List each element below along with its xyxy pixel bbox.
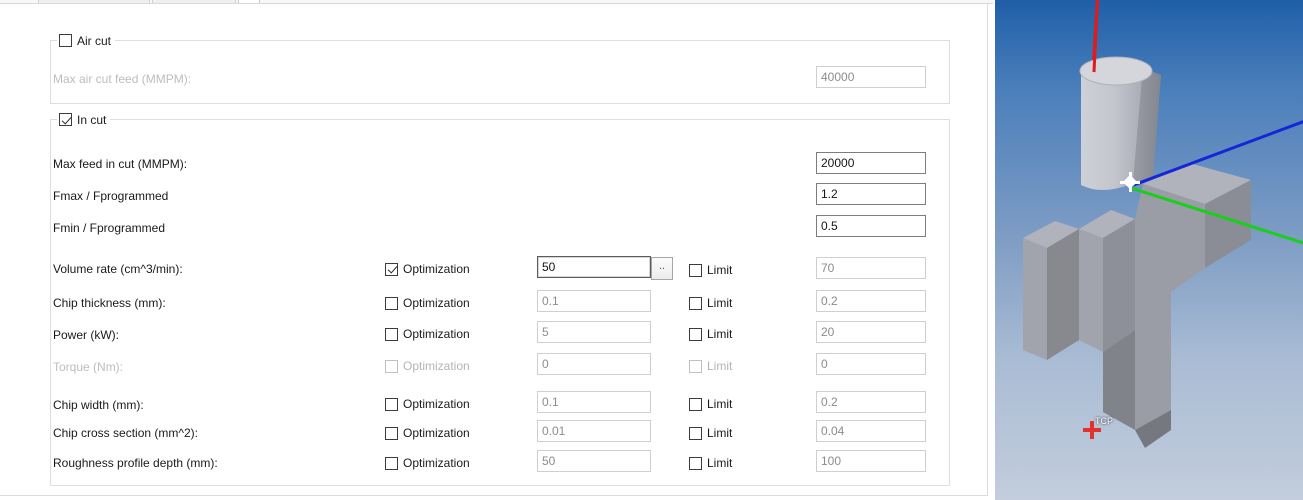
in-cut-checkbox[interactable] — [59, 113, 72, 126]
roughness-profile-depth-optimization-input[interactable] — [537, 450, 651, 472]
in-cut-group: In cut Max feed in cut (MMPM): Fmax / Fp… — [50, 111, 950, 486]
chip-thickness-optimization-checkbox[interactable] — [385, 296, 398, 310]
volume-rate-optimization-label: Optimization — [403, 262, 470, 276]
roughness-profile-depth-limit-input[interactable] — [816, 450, 926, 472]
power-optimization-checkbox[interactable] — [385, 327, 398, 341]
roughness-profile-depth-optimization-checkbox[interactable] — [385, 456, 398, 470]
chip-width-optimization-label: Optimization — [403, 397, 470, 411]
roughness-profile-depth-limit-label: Limit — [707, 456, 733, 470]
tab-extra[interactable] — [238, 0, 261, 3]
torque-optimization-row: Optimization — [385, 359, 470, 373]
tab-feed-parameters[interactable]: Feed parameters — [38, 0, 150, 3]
air-cut-group: Air cut Max air cut feed (MMPM): — [50, 32, 950, 104]
air-cut-checkbox-row[interactable]: Air cut — [59, 34, 111, 48]
feed-optimization-dialog: Feed parameters Formulation Air cut Max … — [0, 0, 993, 500]
chip-thickness-optimization-input[interactable] — [537, 290, 651, 312]
air-cut-legend: Air cut — [57, 32, 116, 49]
fmin-fprogrammed-label: Fmin / Fprogrammed — [53, 221, 166, 235]
chip-thickness-optimization-row[interactable]: Optimization — [385, 296, 470, 310]
torque-label: Torque (Nm): — [53, 360, 124, 374]
roughness-profile-depth-optimization-row[interactable]: Optimization — [385, 456, 470, 470]
chip-cross-section-optimization-input[interactable] — [537, 420, 651, 442]
power-limit-input[interactable] — [816, 321, 926, 343]
chip-thickness-limit-row[interactable]: Limit — [689, 296, 732, 310]
power-limit-checkbox[interactable] — [689, 327, 702, 341]
power-optimization-label: Optimization — [403, 327, 470, 341]
workpiece-col2-left — [1079, 229, 1103, 352]
volume-rate-optimization-checkbox[interactable] — [385, 262, 398, 276]
max-air-cut-feed-label: Max air cut feed (MMPM): — [53, 72, 192, 86]
torque-limit-input — [816, 353, 926, 375]
tab-formulation[interactable]: Formulation — [151, 0, 237, 3]
chip-width-label: Chip width (mm): — [53, 398, 144, 412]
volume-rate-limit-row[interactable]: Limit — [689, 263, 732, 277]
roughness-profile-depth-optimization-label: Optimization — [403, 456, 470, 470]
chip-thickness-limit-label: Limit — [707, 296, 733, 310]
torque-limit-checkbox — [689, 359, 702, 373]
torque-optimization-label: Optimization — [403, 359, 470, 373]
tool-cylinder-top-face — [1079, 56, 1153, 86]
tcp-label: TCP — [1095, 416, 1113, 426]
origin-gizmo-icon — [1120, 172, 1140, 192]
volume-rate-optimization-input[interactable] — [537, 256, 651, 278]
in-cut-label: In cut — [77, 112, 107, 127]
power-label: Power (kW): — [53, 328, 119, 342]
torque-optimization-checkbox — [385, 359, 398, 373]
chip-cross-section-limit-label: Limit — [707, 426, 733, 440]
power-limit-row[interactable]: Limit — [689, 327, 732, 341]
chip-width-optimization-checkbox[interactable] — [385, 397, 398, 411]
workpiece-center-plate — [1135, 184, 1205, 430]
3d-simulation-viewport[interactable]: TCP — [993, 0, 1303, 500]
origin-center-dot — [1122, 174, 1138, 190]
torque-optimization-input — [537, 353, 651, 375]
application-root: Feed parameters Formulation Air cut Max … — [0, 0, 1303, 500]
power-limit-label: Limit — [707, 327, 733, 341]
torque-limit-row: Limit — [689, 359, 732, 373]
air-cut-label: Air cut — [77, 33, 112, 48]
in-cut-checkbox-row[interactable]: In cut — [59, 113, 106, 127]
chip-width-limit-checkbox[interactable] — [689, 397, 702, 411]
max-air-cut-feed-input[interactable] — [816, 66, 926, 88]
volume-rate-limit-checkbox[interactable] — [689, 263, 702, 277]
chip-cross-section-optimization-checkbox[interactable] — [385, 426, 398, 440]
fmax-fprogrammed-input[interactable] — [816, 183, 926, 205]
chip-cross-section-label: Chip cross section (mm^2): — [53, 426, 198, 440]
workpiece-col2-front — [1103, 219, 1135, 352]
in-cut-legend: In cut — [57, 111, 111, 128]
chip-width-limit-input[interactable] — [816, 391, 926, 413]
fmax-fprogrammed-label: Fmax / Fprogrammed — [53, 189, 169, 203]
max-feed-in-cut-label: Max feed in cut (MMPM): — [53, 157, 188, 171]
chip-cross-section-limit-row[interactable]: Limit — [689, 426, 732, 440]
volume-rate-label: Volume rate (cm^3/min): — [53, 262, 183, 276]
volume-rate-optimization-row[interactable]: Optimization — [385, 262, 470, 276]
power-optimization-input[interactable] — [537, 321, 651, 343]
chip-thickness-label: Chip thickness (mm): — [53, 296, 166, 310]
chip-thickness-limit-checkbox[interactable] — [689, 296, 702, 310]
volume-rate-limit-label: Limit — [707, 263, 733, 277]
torque-limit-label: Limit — [707, 359, 733, 373]
fmin-fprogrammed-input[interactable] — [816, 215, 926, 237]
chip-width-limit-label: Limit — [707, 397, 733, 411]
roughness-profile-depth-label: Roughness profile depth (mm): — [53, 456, 218, 470]
chip-thickness-limit-input[interactable] — [816, 290, 926, 312]
roughness-profile-depth-limit-checkbox[interactable] — [689, 456, 702, 470]
power-optimization-row[interactable]: Optimization — [385, 327, 470, 341]
dialog-body: Air cut Max air cut feed (MMPM): In cut … — [0, 4, 988, 496]
chip-cross-section-optimization-row[interactable]: Optimization — [385, 426, 470, 440]
workpiece-col1-front — [1047, 229, 1079, 360]
roughness-profile-depth-limit-row[interactable]: Limit — [689, 456, 732, 470]
chip-thickness-optimization-label: Optimization — [403, 296, 470, 310]
air-cut-checkbox[interactable] — [59, 34, 72, 47]
chip-cross-section-optimization-label: Optimization — [403, 426, 470, 440]
chip-cross-section-limit-checkbox[interactable] — [689, 426, 702, 440]
chip-width-optimization-row[interactable]: Optimization — [385, 397, 470, 411]
chip-width-limit-row[interactable]: Limit — [689, 397, 732, 411]
chip-width-optimization-input[interactable] — [537, 391, 651, 413]
volume-rate-browse-button[interactable]: .. — [651, 257, 673, 280]
chip-cross-section-limit-input[interactable] — [816, 420, 926, 442]
workpiece-col1-left — [1023, 238, 1047, 360]
volume-rate-limit-input[interactable] — [816, 257, 926, 279]
machining-scene — [1023, 0, 1303, 448]
max-feed-in-cut-input[interactable] — [816, 152, 926, 174]
